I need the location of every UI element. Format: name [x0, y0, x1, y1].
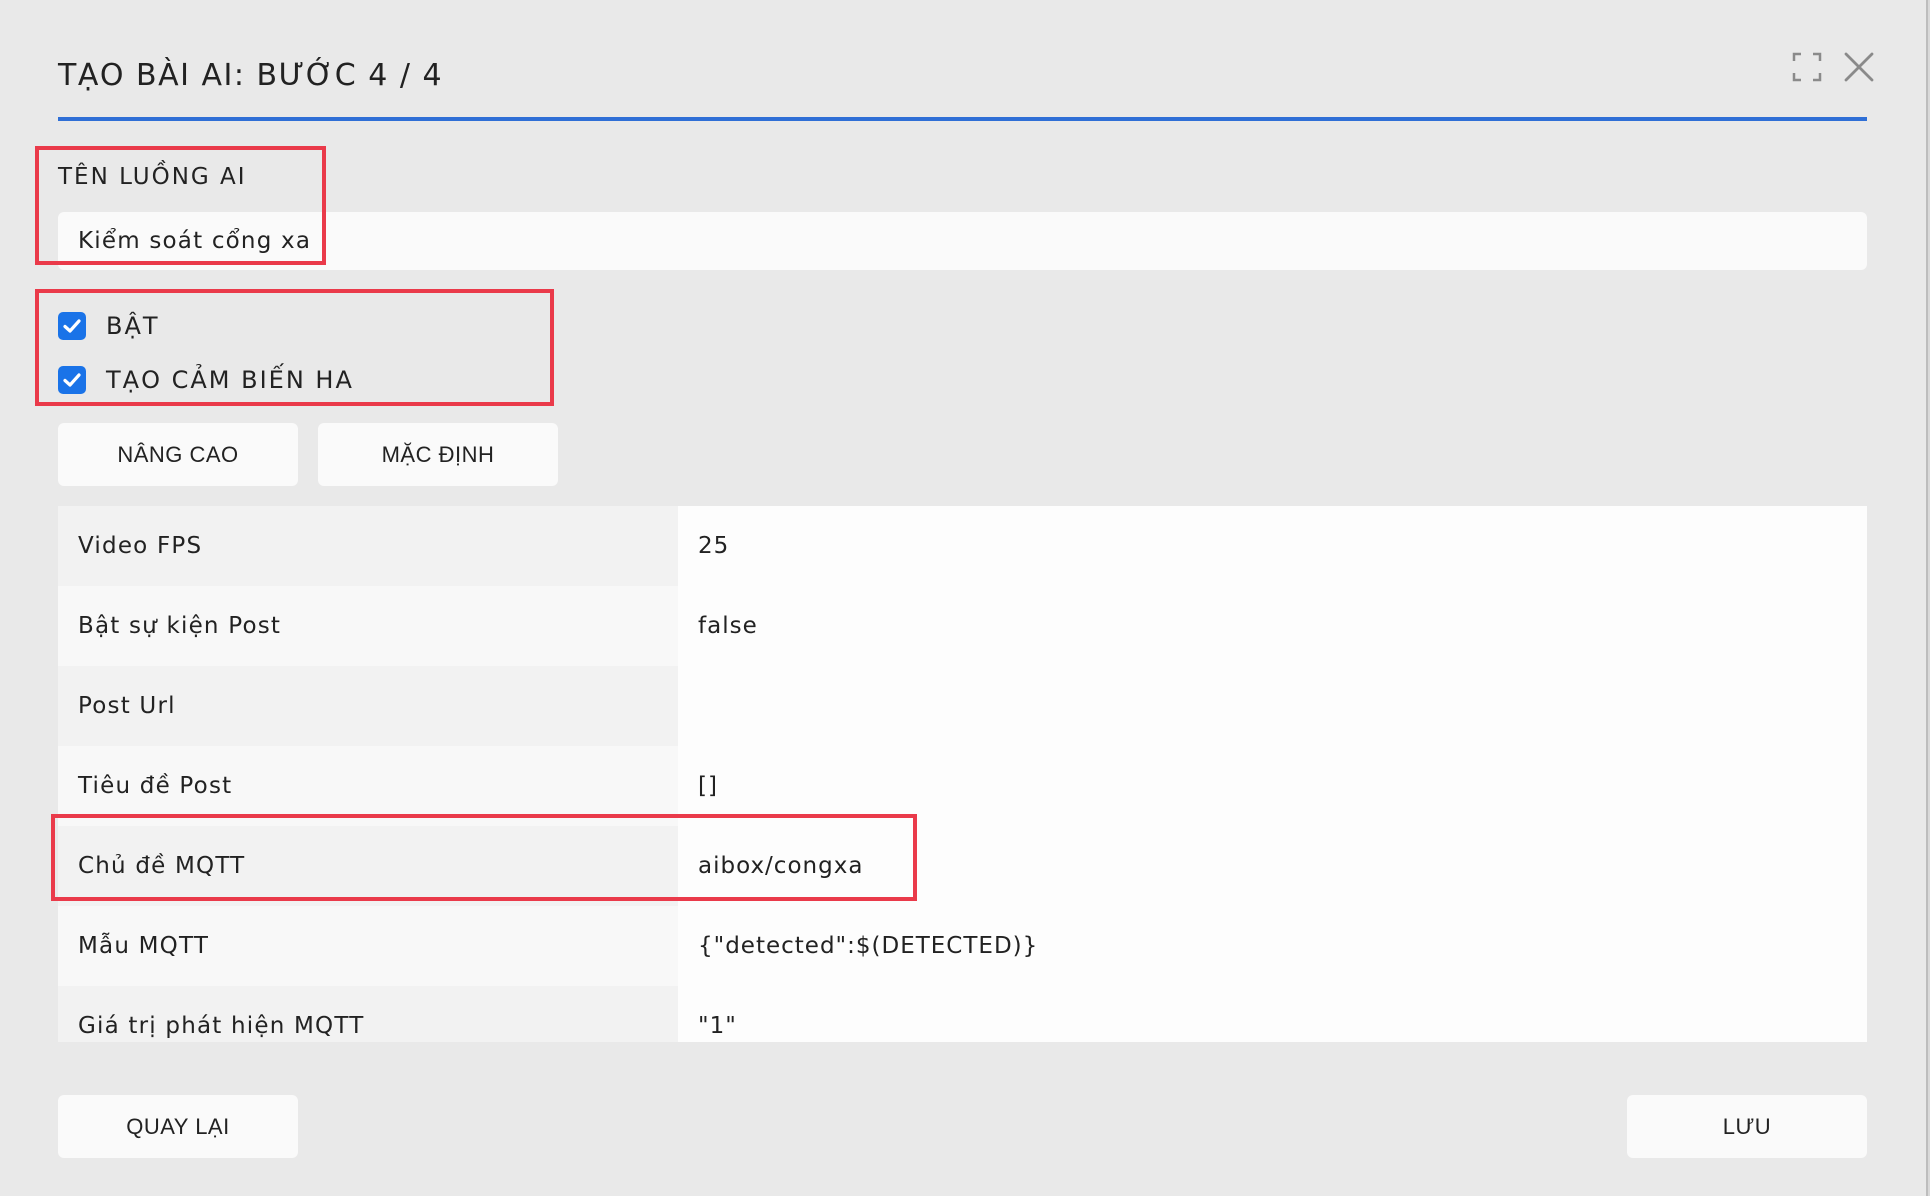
checkmark-icon [63, 373, 81, 387]
table-row: Giá trị phát hiện MQTT "1" [58, 986, 1867, 1042]
table-row: Tiêu đề Post [] [58, 746, 1867, 826]
enable-checkbox[interactable] [58, 312, 86, 340]
checkmark-icon [63, 319, 81, 333]
save-button[interactable]: LƯU [1627, 1095, 1867, 1158]
table-row: Post Url [58, 666, 1867, 746]
property-value[interactable]: {"detected":$(DETECTED)} [678, 906, 1867, 986]
create-ha-sensor-checkbox-row[interactable]: TẠO CẢM BIẾN HA [58, 365, 354, 395]
property-value[interactable]: aibox/congxa [678, 826, 1867, 906]
stream-name-label: TÊN LUỒNG AI [58, 164, 247, 190]
stream-name-input[interactable] [58, 212, 1867, 270]
enable-checkbox-row[interactable]: BẬT [58, 311, 160, 341]
property-key: Mẫu MQTT [58, 906, 678, 986]
table-row: Bật sự kiện Post false [58, 586, 1867, 666]
property-key: Giá trị phát hiện MQTT [58, 986, 678, 1042]
property-key: Video FPS [58, 506, 678, 586]
property-value[interactable]: "1" [678, 986, 1867, 1042]
table-row: Mẫu MQTT {"detected":$(DETECTED)} [58, 906, 1867, 986]
enable-label: BẬT [106, 312, 160, 340]
title-divider [58, 117, 1867, 121]
property-value[interactable] [678, 666, 1867, 746]
property-key: Tiêu đề Post [58, 746, 678, 826]
close-icon[interactable] [1842, 50, 1876, 84]
create-ha-sensor-label: TẠO CẢM BIẾN HA [106, 366, 354, 394]
default-button[interactable]: MẶC ĐỊNH [318, 423, 558, 486]
create-ha-sensor-checkbox[interactable] [58, 366, 86, 394]
maximize-icon[interactable] [1790, 50, 1824, 84]
property-value[interactable]: 25 [678, 506, 1867, 586]
property-value[interactable]: false [678, 586, 1867, 666]
properties-table[interactable]: Video FPS 25 Bật sự kiện Post false Post… [58, 506, 1867, 1042]
property-value[interactable]: [] [678, 746, 1867, 826]
advanced-button[interactable]: NÂNG CAO [58, 423, 298, 486]
create-ai-dialog: TẠO BÀI AI: BƯỚC 4 / 4 TÊN LUỒNG AI Kiểm… [0, 0, 1928, 1196]
property-key: Post Url [58, 666, 678, 746]
table-row: Video FPS 25 [58, 506, 1867, 586]
table-row: Chủ đề MQTT aibox/congxa [58, 826, 1867, 906]
dialog-title: TẠO BÀI AI: BƯỚC 4 / 4 [58, 58, 444, 93]
property-key: Bật sự kiện Post [58, 586, 678, 666]
back-button[interactable]: QUAY LẠI [58, 1095, 298, 1158]
property-key: Chủ đề MQTT [58, 826, 678, 906]
